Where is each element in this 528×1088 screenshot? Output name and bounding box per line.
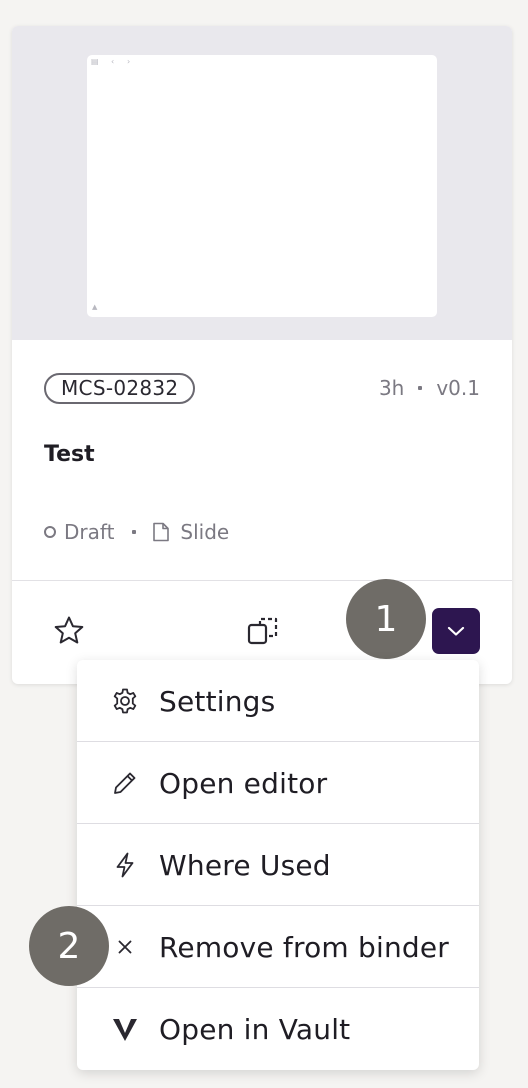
menu-item-label: Open editor [159,766,328,800]
menu-item-settings[interactable]: Settings [77,660,479,742]
pencil-icon [110,768,140,798]
close-icon [110,932,140,962]
menu-item-label: Settings [159,684,276,718]
thumbnail-prev-icon: ‹ [111,57,115,66]
thumbnail-menu-icon: ▤ [91,57,99,66]
vault-icon [110,1014,140,1044]
menu-item-where-used[interactable]: Where Used [77,824,479,906]
status-label: Draft [64,520,115,544]
copy-button[interactable] [246,614,280,648]
status-row: Draft Slide [44,520,229,544]
document-icon [153,522,170,542]
menu-item-label: Where Used [159,848,331,882]
star-icon [54,616,84,644]
menu-item-label: Remove from binder [159,930,449,964]
document-code-badge: MCS-02832 [44,373,196,404]
separator-dot [132,530,137,534]
step-badge-2: 2 [29,906,109,986]
thumbnail-area[interactable]: ▤ ‹ › ▲ [12,26,512,340]
card-meta: 3h v0.1 [379,376,480,400]
content-card[interactable]: ▤ ‹ › ▲ MCS-02832 3h v0.1 Test Draft Sli… [12,26,512,684]
thumbnail-corner-icon: ▲ [92,303,98,311]
step-badge-1: 1 [346,579,426,659]
actions-menu: Settings Open editor Where Used Remove f… [77,660,479,1070]
menu-item-remove-from-binder[interactable]: Remove from binder [77,906,479,988]
card-info: MCS-02832 3h v0.1 Test Draft Slide [12,340,512,580]
copy-icon [247,617,278,645]
menu-item-open-editor[interactable]: Open editor [77,742,479,824]
gear-icon [110,686,140,716]
card-divider [12,580,512,581]
thumbnail-next-icon: › [127,57,131,66]
doc-type-label: Slide [180,520,230,544]
menu-item-label: Open in Vault [159,1012,351,1046]
status-circle-icon [44,526,56,538]
more-actions-dropdown-button[interactable] [432,608,480,654]
separator-dot [418,386,423,390]
chevron-down-icon [447,626,465,636]
slide-thumbnail[interactable]: ▤ ‹ › ▲ [87,55,437,317]
lightning-icon [110,850,140,880]
version-label: v0.1 [436,376,480,400]
favorite-button[interactable] [52,614,86,648]
menu-item-open-in-vault[interactable]: Open in Vault [77,988,479,1070]
age-label: 3h [378,376,405,400]
card-title: Test [44,442,95,467]
